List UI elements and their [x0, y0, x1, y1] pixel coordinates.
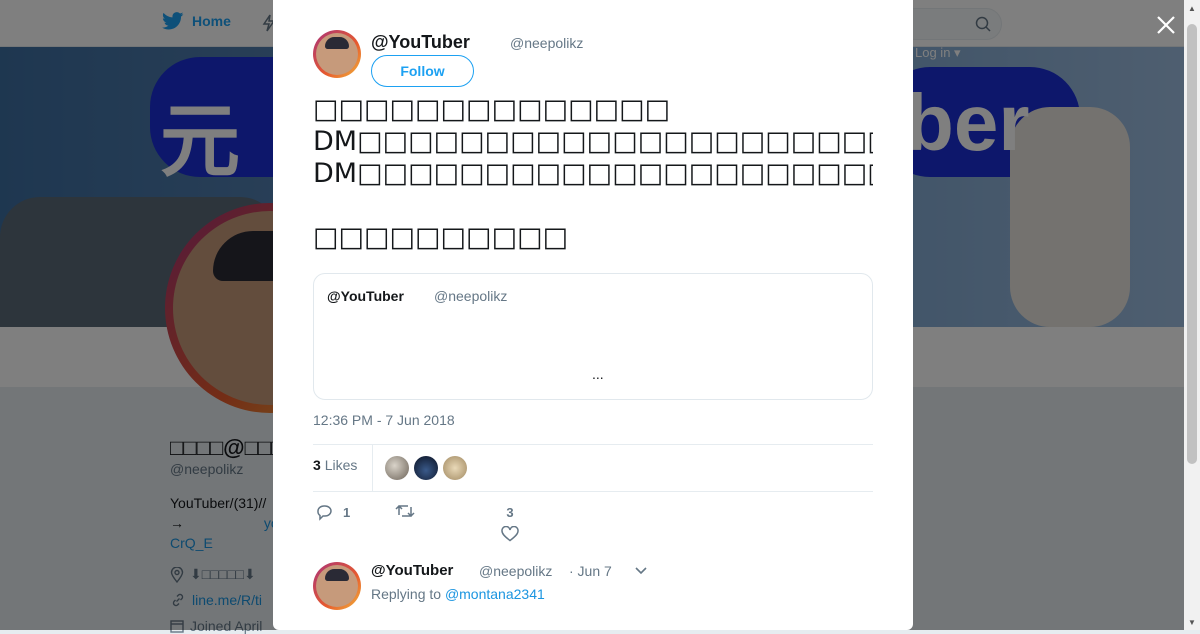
reply-action[interactable]: 1 — [315, 503, 350, 521]
divider — [313, 491, 873, 492]
tweet-text-line: DM□□□□□□□□□□□□□□□□□□□□□□□□□ — [313, 158, 873, 189]
scrollbar-thumb[interactable] — [1187, 24, 1197, 464]
retweet-icon[interactable] — [395, 503, 415, 519]
follow-button[interactable]: Follow — [371, 55, 474, 87]
like-count: 3 — [506, 505, 514, 520]
scroll-up-arrow-icon[interactable]: ▲ — [1188, 4, 1196, 13]
reply-date[interactable]: · Jun 7 — [569, 563, 612, 579]
avatar — [313, 30, 361, 78]
reply-author-avatar[interactable] — [313, 562, 361, 610]
tweet-modal: @YouTuber @neepolikz Follow □□□□□□□□□□□□… — [273, 0, 913, 630]
tweet-text-line: □□□□□□□□□□ — [313, 222, 569, 253]
tweet-text-line — [313, 190, 873, 222]
like-action[interactable]: 3 — [501, 505, 519, 542]
reply-icon[interactable] — [315, 503, 333, 521]
replying-to: Replying to @montana2341 — [371, 586, 545, 602]
avatar — [313, 562, 361, 610]
reply-author-handle[interactable]: @neepolikz — [479, 563, 552, 579]
avatar-image — [316, 33, 358, 75]
tweet-author-handle[interactable]: @neepolikz — [510, 35, 583, 51]
heart-icon[interactable] — [501, 526, 519, 542]
liker-avatar[interactable] — [443, 456, 467, 480]
retweet-action[interactable] — [395, 503, 415, 519]
quoted-tweet-handle: @neepolikz — [434, 288, 508, 304]
tweet-author-avatar[interactable] — [313, 30, 361, 78]
tweet-text-line: DM□□□□□□□□□□□□□□□□□□□□□□□□□ — [313, 126, 873, 157]
liker-avatar[interactable] — [414, 456, 438, 480]
close-icon[interactable] — [1153, 12, 1179, 38]
reply-author-name[interactable]: @YouTuber — [371, 562, 453, 579]
scroll-down-arrow-icon[interactable]: ▼ — [1188, 618, 1196, 627]
tweet-author-name[interactable]: @YouTuber — [371, 32, 470, 53]
replying-to-link[interactable]: @montana2341 — [445, 586, 545, 602]
page-scrollbar[interactable]: ▲ ▼ — [1184, 0, 1200, 630]
quoted-tweet-name: @YouTuber — [327, 288, 404, 304]
tweet-timestamp[interactable]: 12:36 PM - 7 Jun 2018 — [313, 412, 455, 428]
reply-count: 1 — [343, 504, 351, 520]
liker-avatar[interactable] — [385, 456, 409, 480]
avatar-image — [316, 565, 358, 607]
tweet-text-line: □□□□□□□□□□□□□□ — [313, 94, 671, 125]
divider — [372, 445, 373, 491]
likes-stat[interactable]: 3 Likes — [313, 457, 357, 473]
likes-count: 3 — [313, 457, 321, 473]
quoted-tweet-ellipsis: ... — [592, 366, 604, 382]
chevron-down-icon[interactable] — [634, 566, 648, 576]
quoted-tweet[interactable]: @YouTuber @neepolikz ... — [313, 273, 873, 400]
replying-to-prefix: Replying to — [371, 586, 442, 602]
tweet-text: □□□□□□□□□□□□□□ DM□□□□□□□□□□□□□□□□□□□□□□□… — [313, 94, 873, 254]
divider — [313, 444, 873, 445]
likes-label: Likes — [324, 457, 358, 473]
